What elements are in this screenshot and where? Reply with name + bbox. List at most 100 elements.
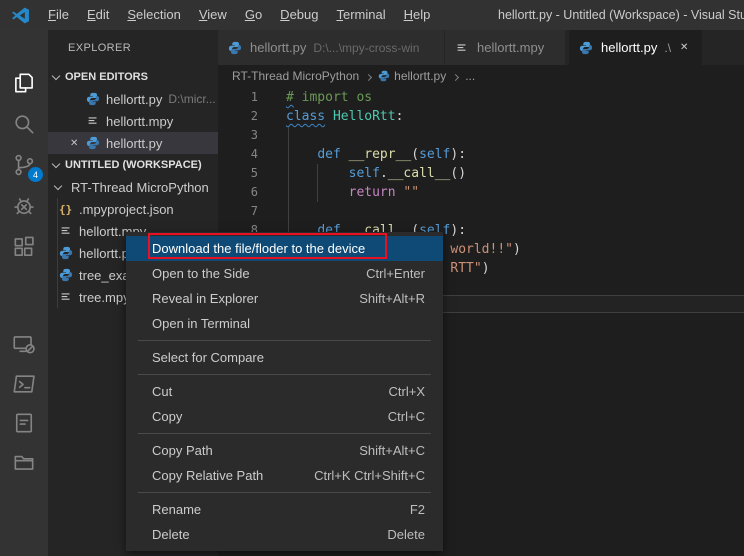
tab-hellortt-py-active[interactable]: hellortt.py .\ ✕ — [569, 30, 703, 65]
breadcrumb-label: RT-Thread MicroPython — [232, 69, 359, 83]
code-line: 7 — [218, 202, 744, 221]
open-editor-item[interactable]: hellortt.py D:\micr... — [48, 88, 218, 110]
menu-view[interactable]: View — [190, 0, 236, 30]
activity-bar: 4 — [0, 30, 48, 556]
activity-source-control[interactable]: 4 — [0, 144, 48, 185]
workspace-header[interactable]: UNTITLED (WORKSPACE) — [48, 154, 218, 176]
tree-indent-guide — [57, 198, 58, 308]
menu-item-copy-path[interactable]: Copy PathShift+Alt+C — [126, 438, 443, 463]
file-label: tree.mpy — [79, 290, 130, 305]
menu-file[interactable]: File — [39, 0, 78, 30]
menu-terminal[interactable]: Terminal — [327, 0, 394, 30]
code-text: def __repr__(self): — [286, 145, 466, 164]
menu-item-select-for-compare[interactable]: Select for Compare — [126, 345, 443, 370]
menu-item-label: Delete — [152, 527, 190, 542]
menu-item-shortcut: Ctrl+C — [388, 409, 425, 424]
menu-item-shortcut: Shift+Alt+R — [359, 291, 425, 306]
tab-hellortt-mpy[interactable]: hellortt.mpy — [445, 30, 566, 65]
python-file-icon — [579, 41, 595, 55]
menu-item-label: Rename — [152, 502, 201, 517]
extensions-icon — [11, 234, 37, 260]
open-editors-list: hellortt.pyD:\micr...hellortt.mpy✕hellor… — [48, 88, 218, 154]
search-icon — [11, 111, 37, 137]
menu-item-shortcut: F2 — [410, 502, 425, 517]
breadcrumb-item-[interactable]: ... — [465, 69, 475, 83]
menu-item-shortcut: Ctrl+Enter — [366, 266, 425, 281]
tree-item-mpyproject-json[interactable]: {}.mpyproject.json — [48, 198, 218, 220]
activity-notebook[interactable] — [0, 402, 48, 443]
code-text: # import os — [286, 88, 372, 107]
activity-debug[interactable] — [0, 185, 48, 226]
code-line: 4 def __repr__(self): — [218, 145, 744, 164]
menu-item-label: Copy Path — [152, 443, 213, 458]
line-number: 4 — [218, 145, 258, 164]
json-file-icon: {} — [59, 203, 75, 216]
chevron-right-icon — [365, 73, 372, 80]
monitor-slash-icon — [11, 331, 37, 357]
open-editors-header[interactable]: OPEN EDITORS — [48, 66, 218, 88]
menu-item-label: Cut — [152, 384, 172, 399]
menu-item-reveal-in-explorer[interactable]: Reveal in Explorer Shift+Alt+R — [126, 286, 443, 311]
python-file-icon — [378, 70, 394, 82]
activity-terminal[interactable] — [0, 363, 48, 404]
menu-help[interactable]: Help — [395, 0, 440, 30]
menu-item-copy-relative-path[interactable]: Copy Relative Path Ctrl+K Ctrl+Shift+C — [126, 463, 443, 488]
menu-item-shortcut: Delete — [387, 527, 425, 542]
code-line: 1 # import os — [218, 88, 744, 107]
menu-item-label: Copy — [152, 409, 182, 424]
activity-device-monitor[interactable] — [0, 323, 48, 364]
menu-item-copy[interactable]: Copy Ctrl+C — [126, 404, 443, 429]
open-editor-item[interactable]: ✕hellortt.py — [48, 132, 218, 154]
menu-selection[interactable]: Selection — [118, 0, 189, 30]
activity-folders[interactable] — [0, 441, 48, 482]
python-file-icon — [59, 268, 75, 282]
menu-separator — [138, 492, 431, 493]
line-number: 1 — [218, 88, 258, 107]
python-file-icon — [86, 136, 102, 150]
breadcrumb-item-hellortt-py[interactable]: hellortt.py — [378, 69, 446, 83]
file-label: hellortt.py — [106, 92, 162, 107]
menu-item-open-to-the-side[interactable]: Open to the SideCtrl+Enter — [126, 261, 443, 286]
line-number: 6 — [218, 183, 258, 202]
terminal-icon — [11, 371, 37, 397]
close-icon[interactable]: ✕ — [70, 138, 86, 149]
menu-item-download-the-file-floder-to-the-device[interactable]: Download the file/floder to the device — [126, 236, 443, 261]
tree-folder-rt-thread-micropython[interactable]: RT-Thread MicroPython — [48, 176, 218, 198]
file-path: D:\micr... — [168, 92, 215, 106]
file-label: hellortt.mpy — [106, 114, 173, 129]
notebook-icon — [11, 410, 37, 436]
close-icon[interactable]: ✕ — [680, 42, 688, 53]
activity-extensions[interactable] — [0, 226, 48, 267]
window-title: hellortt.py - Untitled (Workspace) - Vis… — [498, 0, 744, 30]
activity-search[interactable] — [0, 103, 48, 144]
context-menu: Download the file/floder to the deviceOp… — [126, 232, 443, 551]
menu-separator — [138, 340, 431, 341]
menu-item-shortcut: Ctrl+X — [389, 384, 425, 399]
mpy-file-icon — [59, 224, 75, 238]
menu-item-delete[interactable]: Delete Delete — [126, 522, 443, 547]
menu-separator — [138, 374, 431, 375]
menu-item-rename[interactable]: Rename F2 — [126, 497, 443, 522]
breadcrumb[interactable]: RT-Thread MicroPython hellortt.py... — [218, 65, 744, 87]
code-text: class HelloRtt: — [286, 107, 403, 126]
menu-item-label: Copy Relative Path — [152, 468, 263, 483]
vscode-window: FileEditSelectionViewGoDebugTerminalHelp… — [0, 0, 744, 556]
tab-detail: .\ — [664, 41, 671, 55]
menu-edit[interactable]: Edit — [78, 0, 118, 30]
menu-go[interactable]: Go — [236, 0, 271, 30]
tab-hellortt-py[interactable]: hellortt.pyD:\...\mpy-cross-win — [218, 30, 445, 65]
activity-explorer[interactable] — [0, 62, 48, 103]
bug-icon — [11, 193, 37, 219]
menu-item-cut[interactable]: Cut Ctrl+X — [126, 379, 443, 404]
breadcrumb-item-rt-thread-micropython[interactable]: RT-Thread MicroPython — [232, 69, 359, 83]
open-editor-item[interactable]: hellortt.mpy — [48, 110, 218, 132]
tab-label: hellortt.py — [601, 40, 657, 55]
mpy-file-icon — [86, 114, 102, 128]
menu-item-open-in-terminal[interactable]: Open in Terminal — [126, 311, 443, 336]
menu-item-shortcut: Ctrl+K Ctrl+Shift+C — [314, 468, 425, 483]
python-file-icon — [59, 246, 75, 260]
tab-label: hellortt.mpy — [477, 40, 544, 55]
menu-debug[interactable]: Debug — [271, 0, 327, 30]
breadcrumb-label: hellortt.py — [394, 69, 446, 83]
menu-item-label: Reveal in Explorer — [152, 291, 258, 306]
